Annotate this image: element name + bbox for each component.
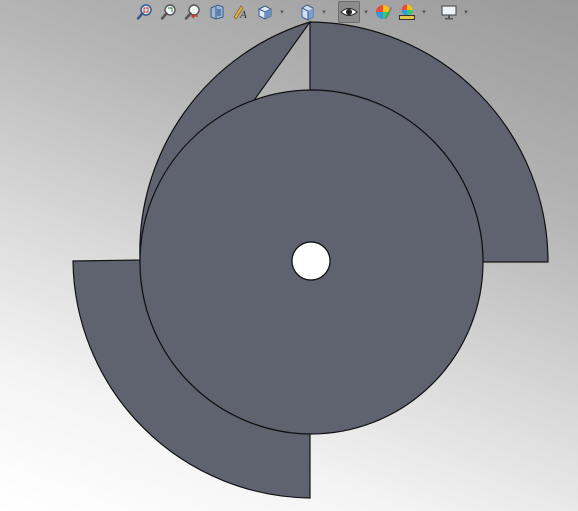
dropdown-arrow-icon: ▾ (422, 9, 426, 16)
zoom-to-fit-button[interactable] (134, 1, 156, 23)
zoom-to-area-button[interactable] (158, 1, 180, 23)
dropdown-arrow-icon: ▾ (280, 9, 284, 16)
view-orientation-dropdown[interactable]: ▾ (278, 1, 286, 23)
center-hole (291, 241, 331, 281)
edit-appearance-icon (376, 5, 392, 19)
zoom-to-fit-icon (136, 4, 152, 20)
display-style-dropdown[interactable]: ▾ (320, 1, 328, 23)
edit-appearance-button[interactable] (372, 1, 394, 23)
apply-scene-icon (399, 4, 415, 20)
zoom-to-area-icon (160, 4, 176, 20)
display-style-icon (301, 4, 314, 21)
hide-show-items-icon (340, 8, 358, 16)
previous-view-icon (184, 4, 200, 20)
cutter-blade-part[interactable] (0, 0, 578, 511)
previous-view-button[interactable] (182, 1, 204, 23)
view-orientation-icon (258, 5, 272, 20)
display-style-button[interactable] (296, 1, 318, 23)
dropdown-arrow-icon: ▾ (364, 9, 368, 16)
hide-show-items-dropdown[interactable]: ▾ (362, 1, 370, 23)
view-settings-button[interactable] (438, 1, 460, 23)
apply-scene-dropdown[interactable]: ▾ (420, 1, 428, 23)
dropdown-arrow-icon: ▾ (464, 9, 468, 16)
section-view-icon (210, 4, 224, 20)
view-settings-dropdown[interactable]: ▾ (462, 1, 470, 23)
hide-show-items-button[interactable] (338, 1, 360, 23)
view-settings-icon (441, 5, 457, 20)
heads-up-view-toolbar: A ▾ ▾ ▾ ▾ ▾ (134, 0, 470, 24)
dropdown-arrow-icon: ▾ (322, 9, 326, 16)
graphics-area[interactable]: A ▾ ▾ ▾ ▾ ▾ (0, 0, 578, 511)
view-orientation-button[interactable] (254, 1, 276, 23)
apply-scene-button[interactable] (396, 1, 418, 23)
section-view-button[interactable] (206, 1, 228, 23)
dynamic-annotation-views-icon: A (233, 5, 247, 21)
dynamic-annotation-button[interactable]: A (230, 1, 252, 23)
